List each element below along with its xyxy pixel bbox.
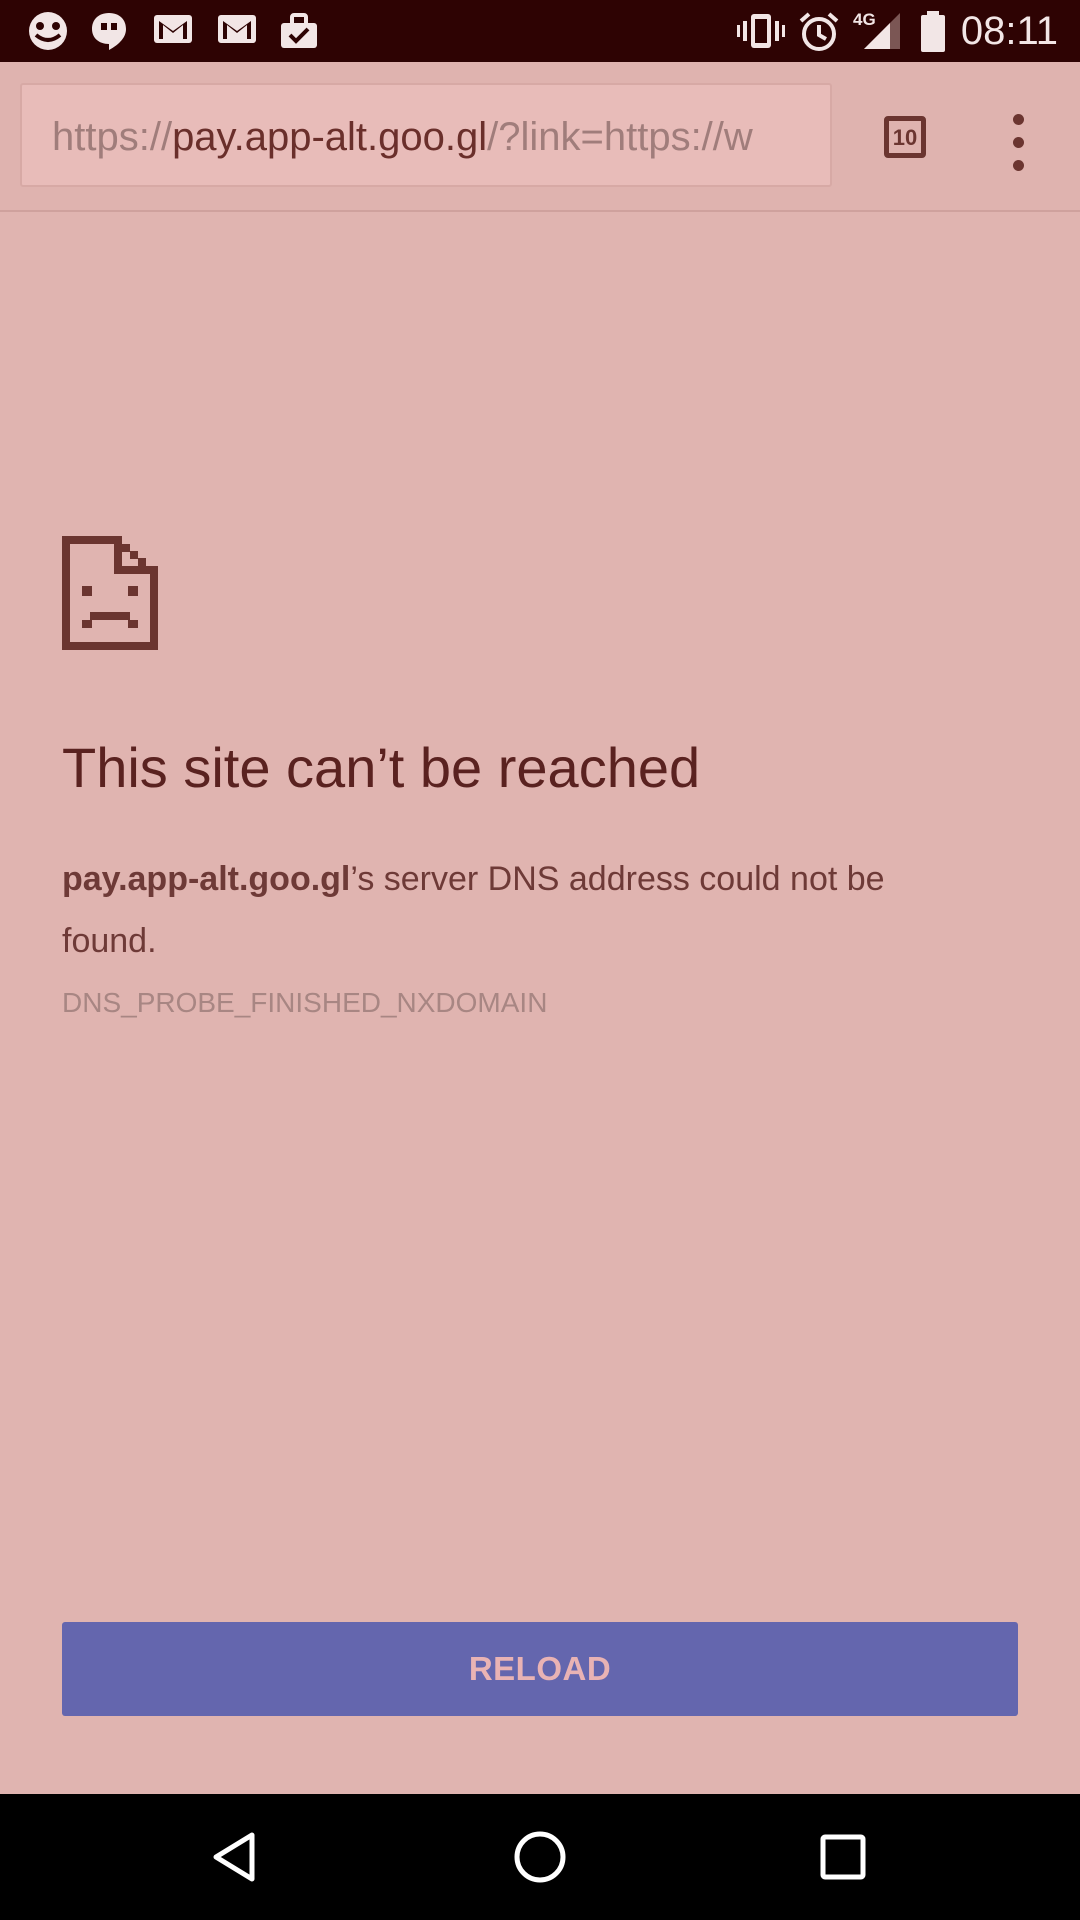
back-icon[interactable] xyxy=(210,1829,260,1885)
sad-page-icon xyxy=(62,536,158,650)
signal-icon xyxy=(864,13,900,49)
clock: 08:11 xyxy=(960,9,1058,53)
url-scheme: https:// xyxy=(52,115,173,159)
browser-toolbar: https://pay.app-alt.goo.gl/?link=https:/… xyxy=(0,62,1080,212)
recents-icon[interactable] xyxy=(818,1829,868,1885)
home-icon[interactable] xyxy=(512,1829,568,1885)
gmail-icon xyxy=(154,15,192,43)
status-bar: 4G 08:11 xyxy=(0,0,1080,62)
error-code: DNS_PROBE_FINISHED_NXDOMAIN xyxy=(62,987,548,1018)
hangouts-icon xyxy=(29,12,67,50)
address-bar[interactable]: https://pay.app-alt.goo.gl/?link=https:/… xyxy=(20,83,832,187)
more-vert-icon[interactable] xyxy=(1002,114,1036,172)
error-title: This site can’t be reached xyxy=(62,736,701,799)
battery-icon xyxy=(921,11,945,52)
quote-icon xyxy=(92,13,126,50)
gmail-icon xyxy=(218,15,256,43)
navigation-bar xyxy=(0,1794,1080,1920)
error-message: pay.app-alt.goo.gl’s server DNS address … xyxy=(62,848,962,972)
error-host: pay.app-alt.goo.gl xyxy=(62,860,351,898)
tab-switcher-button[interactable]: 10 xyxy=(884,116,926,158)
vibrate-icon xyxy=(737,14,785,48)
reload-button[interactable]: RELOAD xyxy=(62,1622,1018,1716)
url-host: pay.app-alt.goo.gl xyxy=(172,115,488,159)
url-path: /?link=https://w xyxy=(487,115,753,159)
briefcase-icon xyxy=(281,13,317,48)
alarm-icon xyxy=(799,12,839,51)
